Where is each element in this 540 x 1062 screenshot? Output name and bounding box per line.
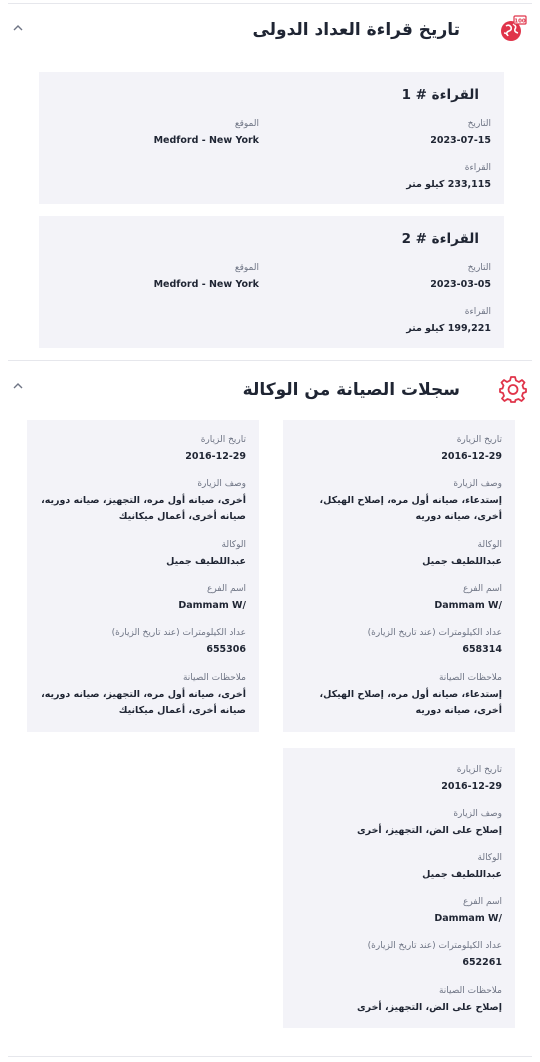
visit-desc-field: وصف الزيارة إستدعاء، صيانه أول مره، إصلا… — [292, 478, 502, 525]
odometer-section-title: تاريخ قراءة العداد الدولى — [252, 20, 460, 40]
notes-field: ملاحظات الصيانة إصلاح على الض، التجهيز، … — [292, 985, 502, 1016]
odometer-badge-text: 100 — [514, 19, 526, 25]
location-label: الموقع — [234, 119, 259, 129]
section-divider — [8, 360, 532, 361]
reading-title: القراءة # 2 — [401, 231, 479, 247]
branch-field: اسم الفرع Dammam W/ — [434, 583, 502, 614]
agency-field: الوكالة عبداللطيف جميل — [422, 539, 502, 570]
branch-label: اسم الفرع — [462, 897, 502, 907]
reading-date-field: التاريخ 2023-07-15 — [430, 118, 491, 149]
reading-card: القراءة # 2 التاريخ 2023-03-05 الموقع Me… — [39, 216, 504, 348]
agency-value: عبداللطيف جميل — [422, 556, 502, 567]
visit-date-field: تاريخ الزيارة 2016-12-29 — [441, 434, 502, 465]
reading-location-field: الموقع Medford - New York — [154, 118, 259, 149]
agency-value: عبداللطيف جميل — [422, 869, 502, 880]
branch-value: Dammam W/ — [178, 600, 246, 611]
reading-date-field: التاريخ 2023-03-05 — [430, 262, 491, 293]
location-value: Medford - New York — [153, 135, 259, 146]
date-label: التاريخ — [467, 119, 491, 129]
notes-field: ملاحظات الصيانة إستدعاء، صيانه أول مره، … — [292, 672, 502, 719]
reading-location-field: الموقع Medford - New York — [154, 262, 259, 293]
visit-desc-label: وصف الزيارة — [453, 809, 502, 819]
branch-label: اسم الفرع — [462, 584, 502, 594]
visit-desc-label: وصف الزيارة — [197, 479, 246, 489]
branch-field: اسم الفرع Dammam W/ — [434, 896, 502, 927]
reading-card: القراءة # 1 التاريخ 2023-07-15 الموقع Me… — [39, 72, 504, 204]
gear-icon — [499, 376, 527, 403]
km-field: عداد الكيلومترات (عند تاريخ الزيارة) 658… — [368, 627, 502, 658]
reading-title: القراءة # 1 — [401, 87, 479, 103]
notes-label: ملاحظات الصيانة — [182, 673, 246, 683]
notes-label: ملاحظات الصيانة — [438, 986, 502, 996]
agency-label: الوكالة — [221, 540, 247, 550]
branch-value: Dammam W/ — [434, 600, 502, 611]
visit-date-label: تاريخ الزيارة — [456, 765, 502, 775]
date-value: 2023-07-15 — [430, 135, 491, 146]
branch-label: اسم الفرع — [206, 584, 246, 594]
visit-desc-field: وصف الزيارة أخرى، صيانه أول مره، التجهيز… — [28, 478, 246, 525]
notes-field: ملاحظات الصيانة أخرى، صيانه أول مره، الت… — [28, 672, 246, 719]
km-value: 655306 — [206, 644, 246, 655]
reading-label: القراءة — [464, 163, 491, 173]
km-label: عداد الكيلومترات (عند تاريخ الزيارة) — [111, 628, 246, 638]
notes-value: إستدعاء، صيانه أول مره، إصلاح الهيكل، أخ… — [319, 689, 502, 716]
visit-date-value: 2016-12-29 — [185, 451, 246, 462]
visit-desc-value: إصلاح على الض، التجهيز، أخرى — [356, 825, 502, 836]
agency-field: الوكالة عبداللطيف جميل — [422, 852, 502, 883]
notes-value: إصلاح على الض، التجهيز، أخرى — [356, 1002, 502, 1013]
visit-date-value: 2016-12-29 — [441, 781, 502, 792]
chevron-up-icon[interactable] — [12, 382, 24, 390]
date-value: 2023-03-05 — [430, 279, 491, 290]
reading-label: القراءة — [464, 307, 491, 317]
km-value: 658314 — [462, 644, 502, 655]
branch-field: اسم الفرع Dammam W/ — [178, 583, 246, 614]
km-label: عداد الكيلومترات (عند تاريخ الزيارة) — [367, 628, 502, 638]
top-divider — [8, 3, 532, 4]
visit-date-field: تاريخ الزيارة 2016-12-29 — [185, 434, 246, 465]
visit-date-value: 2016-12-29 — [441, 451, 502, 462]
notes-label: ملاحظات الصيانة — [438, 673, 502, 683]
branch-value: Dammam W/ — [434, 913, 502, 924]
visit-desc-label: وصف الزيارة — [453, 479, 502, 489]
location-label: الموقع — [234, 263, 259, 273]
odometer-globe-icon: 100 — [501, 15, 527, 41]
odometer-section-header[interactable]: تاريخ قراءة العداد الدولى 100 — [0, 12, 540, 52]
km-field: عداد الكيلومترات (عند تاريخ الزيارة) 655… — [112, 627, 246, 658]
date-label: التاريخ — [467, 263, 491, 273]
visit-date-field: تاريخ الزيارة 2016-12-29 — [441, 764, 502, 795]
agency-label: الوكالة — [477, 540, 503, 550]
agency-value: عبداللطيف جميل — [166, 556, 246, 567]
km-label: عداد الكيلومترات (عند تاريخ الزيارة) — [367, 941, 502, 951]
reading-value: 233,115 كيلو متر — [406, 179, 491, 190]
reading-value-field: القراءة 233,115 كيلو متر — [406, 162, 491, 193]
km-value: 652261 — [462, 957, 502, 968]
location-value: Medford - New York — [153, 279, 259, 290]
visit-desc-value: إستدعاء، صيانه أول مره، إصلاح الهيكل، أخ… — [319, 495, 502, 522]
reading-value: 199,221 كيلو متر — [406, 323, 491, 334]
bottom-divider — [8, 1056, 532, 1057]
maintenance-card: تاريخ الزيارة 2016-12-29 وصف الزيارة إست… — [283, 420, 515, 732]
visit-desc-field: وصف الزيارة إصلاح على الض، التجهيز، أخرى — [292, 808, 502, 839]
agency-field: الوكالة عبداللطيف جميل — [166, 539, 246, 570]
maintenance-section-header[interactable]: سجلات الصيانة من الوكالة — [0, 370, 540, 410]
chevron-up-icon[interactable] — [12, 24, 24, 32]
visit-desc-value: أخرى، صيانه أول مره، التجهيز، صيانه دوري… — [41, 495, 246, 522]
visit-date-label: تاريخ الزيارة — [456, 435, 502, 445]
notes-value: أخرى، صيانه أول مره، التجهيز، صيانه دوري… — [41, 689, 246, 716]
visit-date-label: تاريخ الزيارة — [200, 435, 246, 445]
km-field: عداد الكيلومترات (عند تاريخ الزيارة) 652… — [368, 940, 502, 971]
maintenance-section-title: سجلات الصيانة من الوكالة — [242, 380, 460, 400]
maintenance-card: تاريخ الزيارة 2016-12-29 وصف الزيارة إصل… — [283, 748, 515, 1028]
maintenance-card: تاريخ الزيارة 2016-12-29 وصف الزيارة أخر… — [27, 420, 259, 732]
reading-value-field: القراءة 199,221 كيلو متر — [406, 306, 491, 337]
agency-label: الوكالة — [477, 853, 503, 863]
